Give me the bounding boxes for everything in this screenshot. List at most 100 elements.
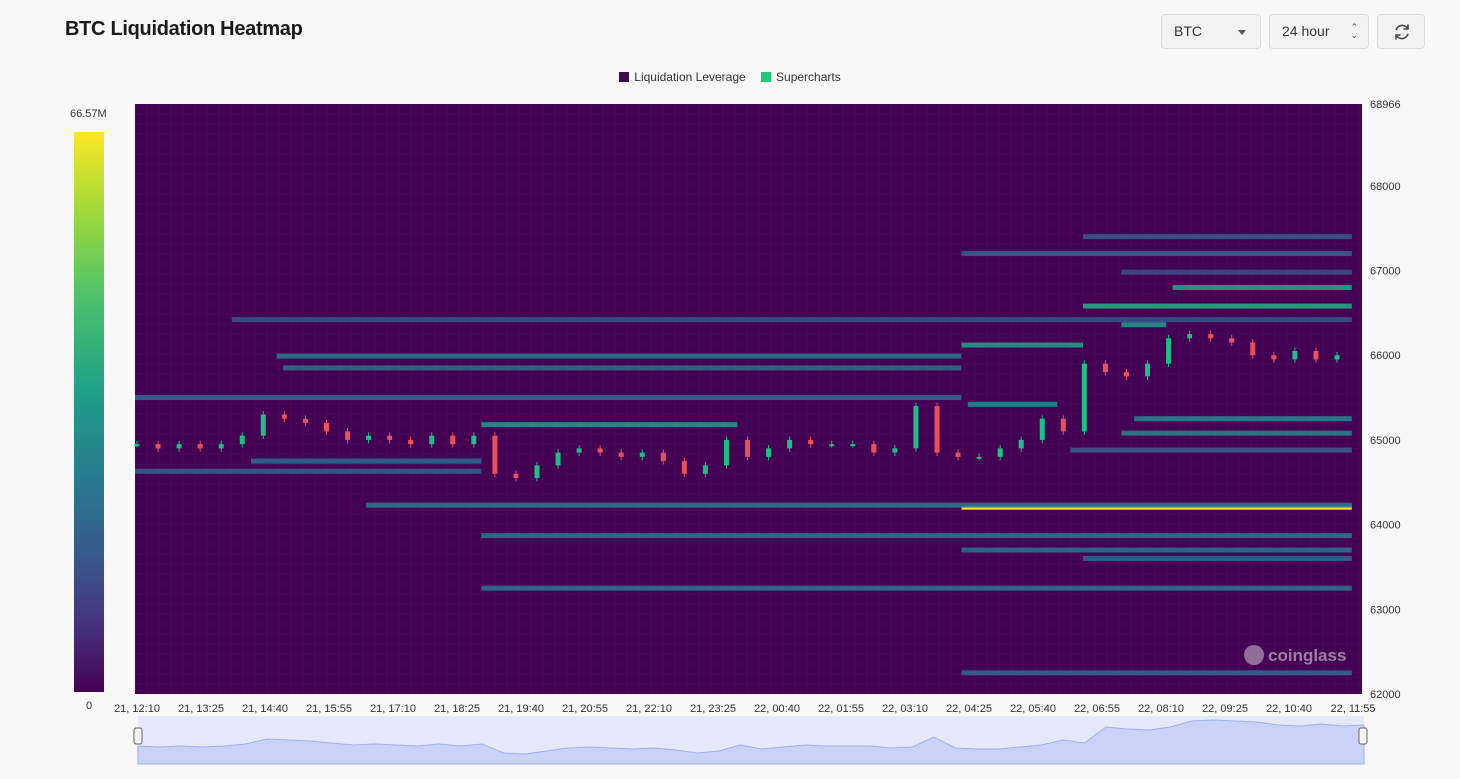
price-candle xyxy=(871,444,877,453)
x-tick-label: 21, 23:25 xyxy=(690,703,736,715)
price-candle xyxy=(197,444,203,449)
liquidation-band xyxy=(231,317,1352,323)
price-candle xyxy=(997,448,1003,457)
price-candle xyxy=(387,435,393,440)
price-candle xyxy=(281,414,287,419)
liquidation-band xyxy=(1083,303,1352,309)
liquidation-band xyxy=(1070,447,1352,453)
price-candle xyxy=(892,448,898,453)
price-candle xyxy=(955,452,961,457)
price-candle xyxy=(702,465,708,474)
price-candle xyxy=(471,435,477,445)
x-tick-label: 22, 01:55 xyxy=(818,703,864,715)
x-tick-label: 22, 09:25 xyxy=(1202,703,1248,715)
liquidation-band xyxy=(961,251,1352,257)
liquidation-band xyxy=(251,458,482,464)
watermark: coinglass xyxy=(1244,645,1346,666)
liquidation-band xyxy=(481,585,1352,591)
x-tick-label: 22, 06:55 xyxy=(1074,703,1120,715)
price-candle xyxy=(1250,342,1256,356)
price-candle xyxy=(345,431,351,440)
price-candle xyxy=(1145,363,1151,377)
x-tick-label: 22, 04:25 xyxy=(946,703,992,715)
coinglass-logo-icon xyxy=(1244,645,1264,665)
price-candle xyxy=(576,448,582,453)
price-candle xyxy=(260,414,266,436)
x-tick-label: 21, 19:40 xyxy=(498,703,544,715)
price-candle xyxy=(681,461,687,474)
heatmap-chart[interactable]: 68966 68000 67000 66000 65000 64000 63000 62000… xyxy=(0,0,1460,779)
price-candle xyxy=(155,444,161,449)
price-candle xyxy=(745,439,751,457)
x-tick-label: 22, 00:40 xyxy=(754,703,800,715)
price-candle xyxy=(1166,338,1172,364)
price-candle xyxy=(1018,439,1024,449)
price-candle xyxy=(450,435,456,445)
x-tick-label: 21, 14:40 xyxy=(242,703,288,715)
x-tick-label: 21, 13:25 xyxy=(178,703,224,715)
liquidation-band xyxy=(481,422,738,428)
liquidation-band xyxy=(276,353,962,359)
price-candle xyxy=(1102,363,1108,373)
liquidation-band xyxy=(1083,234,1352,240)
x-tick-label: 21, 17:10 xyxy=(370,703,416,715)
y-tick-label: 62000 xyxy=(1370,689,1401,701)
x-tick-label: 22, 11:55 xyxy=(1330,703,1375,715)
liquidation-band xyxy=(961,547,1352,553)
price-candle xyxy=(323,422,329,432)
price-candle xyxy=(1292,350,1298,360)
liquidation-band xyxy=(961,670,1352,676)
x-tick-label: 21, 12:10 xyxy=(114,703,160,715)
price-candle xyxy=(850,444,856,447)
price-candle xyxy=(639,452,645,457)
x-tick-label: 21, 18:25 xyxy=(434,703,480,715)
price-candle xyxy=(808,439,814,445)
price-candle xyxy=(366,435,372,440)
price-candle xyxy=(429,435,435,445)
liquidation-band xyxy=(135,395,962,401)
price-candle xyxy=(1060,418,1066,432)
liquidation-band xyxy=(961,342,1083,348)
liquidation-band xyxy=(366,502,1352,508)
price-candle xyxy=(176,444,182,449)
y-tick-label: 63000 xyxy=(1370,604,1401,616)
x-tick-label: 22, 10:40 xyxy=(1266,703,1312,715)
price-candle xyxy=(723,439,729,466)
liquidation-band xyxy=(1083,555,1352,561)
price-candle xyxy=(1081,363,1087,432)
price-candle xyxy=(134,444,140,447)
price-candle xyxy=(239,435,245,445)
price-candle xyxy=(597,448,603,453)
y-tick-label: 66000 xyxy=(1370,350,1401,362)
range-navigator-handle[interactable] xyxy=(1358,727,1368,745)
price-candle xyxy=(513,473,519,479)
price-candle xyxy=(934,406,940,453)
price-candle xyxy=(492,435,498,474)
liquidation-band xyxy=(481,533,1352,539)
y-tick-label: 68966 xyxy=(1370,99,1401,111)
x-tick-label: 21, 15:55 xyxy=(306,703,352,715)
y-tick-label: 64000 xyxy=(1370,520,1401,532)
price-candle xyxy=(1229,338,1235,343)
y-tick-label: 67000 xyxy=(1370,266,1401,278)
liquidation-band xyxy=(1134,416,1352,422)
price-candle xyxy=(1123,372,1129,377)
x-tick-label: 21, 20:55 xyxy=(562,703,608,715)
price-candle xyxy=(408,439,414,445)
x-tick-label: 21, 22:10 xyxy=(626,703,672,715)
price-candle xyxy=(766,448,772,457)
price-candle xyxy=(976,456,982,459)
liquidation-band xyxy=(1121,269,1352,275)
y-tick-label: 68000 xyxy=(1370,181,1401,193)
price-candle xyxy=(1334,355,1340,360)
liquidation-band xyxy=(967,401,1058,407)
price-candle xyxy=(218,444,224,449)
x-tick-label: 22, 03:10 xyxy=(882,703,928,715)
price-candle xyxy=(787,439,793,449)
range-navigator-handle[interactable] xyxy=(133,727,143,745)
liquidation-band xyxy=(1121,430,1352,436)
price-candle xyxy=(618,452,624,457)
price-candle xyxy=(913,406,919,449)
price-candle xyxy=(1208,334,1214,339)
y-tick-label: 65000 xyxy=(1370,435,1401,447)
